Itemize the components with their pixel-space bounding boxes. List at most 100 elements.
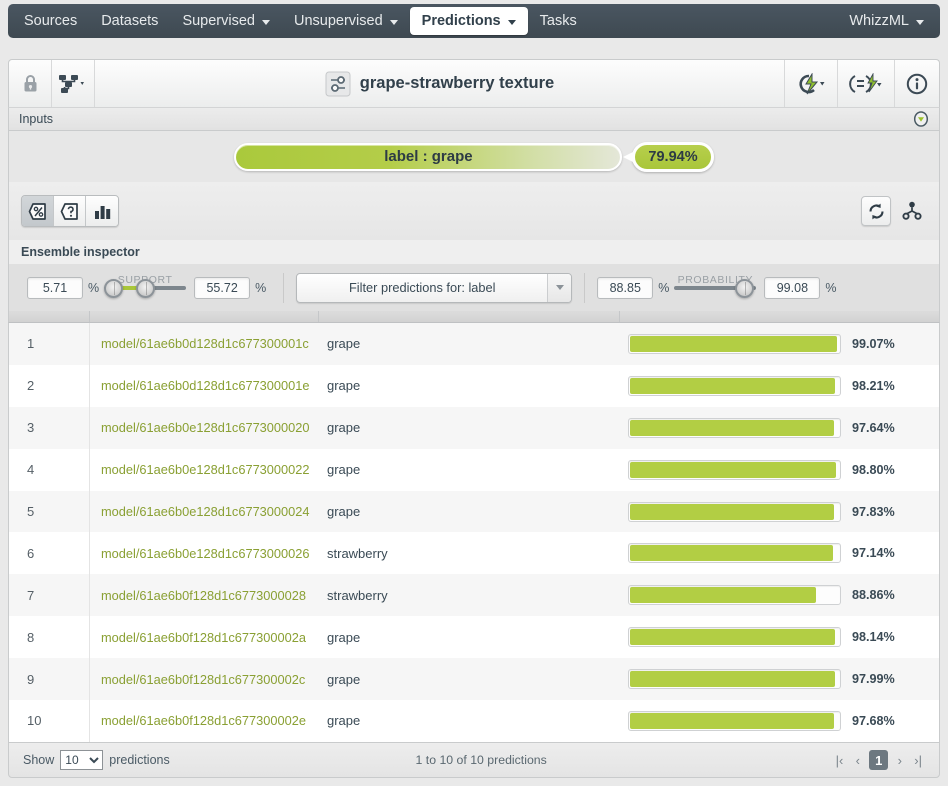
probability-bar [628,375,841,396]
nav-item-predictions[interactable]: Predictions [409,7,528,35]
model-link[interactable]: model/61ae6b0f128d1c677300002e [90,700,319,742]
probability-bar-fill [630,377,836,394]
probability-value: 97.83% [852,504,895,519]
chart-view-button[interactable] [86,196,118,226]
nav-label: Sources [24,13,78,29]
prev-page-icon[interactable]: ‹ [851,750,864,770]
table-row: 8 model/61ae6b0f128d1c677300002a grape 98.1… [9,616,939,659]
nav-item-tasks[interactable]: Tasks [528,7,589,35]
predictions-table-header [8,311,940,323]
batch-prediction-button[interactable] [838,60,894,107]
divider [584,272,586,303]
model-link[interactable]: model/61ae6b0f128d1c6773000028 [90,574,319,616]
page-title: grape-strawberry texture [359,74,555,92]
percent-tag-icon [28,202,46,220]
nav-item-whizzml[interactable]: WhizzML [837,7,936,35]
next-page-icon[interactable]: › [893,750,906,770]
row-index: 1 [9,323,90,365]
probability-bar-fill [630,629,836,646]
support-min-input[interactable] [27,276,83,299]
row-index: 7 [9,574,90,617]
nav-item-datasets[interactable]: Datasets [89,7,170,35]
nav-item-sources[interactable]: Sources [12,7,89,35]
model-link[interactable]: model/61ae6b0d128d1c677300001e [90,365,319,407]
prediction-bar: label : grape [234,142,623,171]
support-min-knob[interactable] [104,278,124,298]
support-range-slider[interactable]: SUPPORT [104,273,187,303]
probability-bar-fill [630,545,834,562]
probability-value: 97.99% [852,672,895,687]
table-row: 10 model/61ae6b0f128d1c677300002e grape 97.… [9,700,939,742]
inspector-toolbar [8,182,940,240]
nav-label: Unsupervised [293,13,383,29]
probability-max-unit: % [825,280,837,295]
probability-min-input[interactable] [597,276,654,299]
probability-cell: 98.80% [620,449,939,491]
model-tree-icon [59,74,84,93]
model-link[interactable]: model/61ae6b0e128d1c6773000020 [90,407,319,449]
divider [283,272,285,303]
support-max-knob[interactable] [136,278,156,298]
column-header-probability [620,311,939,322]
model-link[interactable]: model/61ae6b0e128d1c6773000024 [90,491,319,533]
probability-value: 98.21% [852,378,895,393]
probability-bar [628,543,841,564]
pagination: |‹ ‹ 1 › ›| [833,750,925,770]
nav-label: Predictions [421,13,501,29]
page-size-select[interactable]: 102550100 [60,750,104,770]
probability-cell: 98.21% [620,365,939,407]
question-view-button[interactable] [54,196,86,226]
probability-min-unit: % [658,280,670,295]
nav-item-supervised[interactable]: Supervised [170,7,282,35]
column-header-model [90,311,319,322]
predictions-table-body: 1 model/61ae6b0d128d1c677300001c grape 99.0… [8,323,940,742]
support-max-input[interactable] [194,276,251,299]
probability-cell: 88.86% [620,574,939,616]
percentage-view-button[interactable] [22,196,54,226]
row-prediction: grape [327,671,361,687]
info-button[interactable] [895,60,939,107]
row-prediction: strawberry [327,587,388,603]
flash-icon [799,72,825,94]
probability-cell: 97.83% [620,491,939,533]
inputs-section-header[interactable]: Inputs [8,107,940,131]
first-page-icon[interactable]: |‹ [833,750,847,770]
probability-knob[interactable] [735,278,755,298]
chevron-down-icon[interactable] [547,273,572,302]
probability-value: 97.68% [852,713,895,728]
flash-actions-button[interactable] [785,60,837,107]
model-link[interactable]: model/61ae6b0e128d1c6773000022 [90,449,319,491]
prediction-label: label : grape [384,148,473,165]
chevron-down-icon [507,19,516,25]
probability-max-input[interactable] [764,276,821,299]
row-prediction: grape [327,462,361,478]
privacy-lock-button[interactable] [9,60,51,107]
current-page-button[interactable]: 1 [869,750,889,770]
table-row: 1 model/61ae6b0d128d1c677300001c grape 99.0… [9,323,939,365]
prediction-result-panel: label : grape 79.94% [8,131,940,182]
row-prediction: grape [327,629,361,645]
probability-cell: 97.68% [620,700,939,742]
probability-bar [628,710,841,731]
refresh-button[interactable] [861,196,891,226]
probability-range-slider[interactable]: PROBABILITY [674,273,757,303]
model-tree-menu-button[interactable] [52,60,94,107]
model-link[interactable]: model/61ae6b0f128d1c677300002c [90,658,319,700]
title-bar-right-actions [784,60,939,107]
probability-bar [628,627,841,648]
model-link[interactable]: model/61ae6b0d128d1c677300001c [90,323,319,365]
model-link[interactable]: model/61ae6b0f128d1c677300002a [90,616,319,658]
row-index: 6 [9,532,90,575]
share-button[interactable] [897,196,927,226]
last-page-icon[interactable]: ›| [911,750,925,770]
nav-item-unsupervised[interactable]: Unsupervised [282,7,410,35]
model-link[interactable]: model/61ae6b0e128d1c6773000026 [90,532,319,574]
probability-bar-fill [630,503,835,520]
probability-cell: 99.07% [620,323,939,365]
chevron-down-circle-icon[interactable] [913,111,929,127]
probability-bar-fill [630,587,816,604]
row-prediction: grape [327,504,361,519]
probability-cell: 97.64% [620,407,939,449]
row-index: 2 [9,364,90,407]
filter-predictions-select[interactable]: Filter predictions for: label [296,272,573,303]
